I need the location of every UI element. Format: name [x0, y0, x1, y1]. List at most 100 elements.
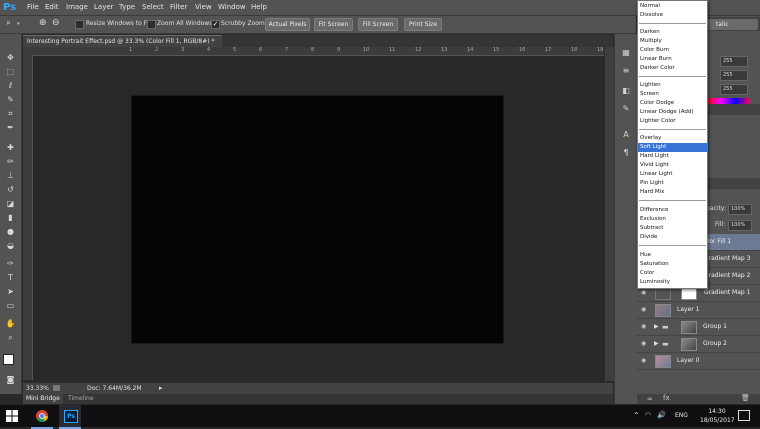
link-layers-icon[interactable]: ∞: [647, 395, 653, 403]
gradient-tool-icon[interactable]: ▮: [4, 212, 17, 223]
menu-type[interactable]: Type: [119, 0, 135, 15]
green-value-field[interactable]: 255: [720, 70, 748, 81]
paragraph-icon[interactable]: ¶: [620, 148, 632, 158]
clone-stamp-tool-icon[interactable]: ⊥: [4, 170, 17, 181]
visibility-eye-icon[interactable]: ◉: [641, 340, 649, 347]
trash-icon[interactable]: 🗑: [741, 394, 750, 402]
vertical-scrollbar[interactable]: [604, 47, 614, 381]
menu-layer[interactable]: Layer: [94, 0, 114, 15]
blend-mode-option[interactable]: Screen: [638, 90, 707, 99]
layer-row[interactable]: ◉ Layer 1: [637, 302, 760, 319]
visibility-eye-icon[interactable]: ◉: [641, 357, 649, 364]
vertical-ruler[interactable]: [23, 55, 33, 380]
blend-mode-option[interactable]: Hue: [638, 251, 707, 260]
blend-mode-option[interactable]: Subtract: [638, 224, 707, 233]
font-style-field[interactable]: talic: [706, 19, 758, 30]
blend-mode-option-selected[interactable]: Soft Light: [638, 143, 707, 152]
blend-mode-option[interactable]: Hard Mix: [638, 188, 707, 197]
ruler-origin[interactable]: [23, 47, 33, 55]
history-icon[interactable]: ▦: [620, 48, 632, 58]
notification-icon[interactable]: [738, 410, 750, 421]
zoom-tool-icon[interactable]: ⌕: [6, 18, 11, 28]
blend-mode-option[interactable]: Linear Light: [638, 170, 707, 179]
blend-mode-option[interactable]: Color: [638, 269, 707, 278]
blend-mode-option[interactable]: Saturation: [638, 260, 707, 269]
chevron-up-icon[interactable]: ⌃: [633, 411, 640, 420]
document-canvas[interactable]: [132, 96, 503, 343]
menu-file[interactable]: File: [27, 0, 39, 15]
scrubby-zoom-checkbox[interactable]: ✓: [211, 20, 220, 29]
blend-mode-option[interactable]: Luminosity: [638, 278, 707, 287]
blend-mode-dropdown[interactable]: Normal Dissolve Darken Multiply Color Bu…: [637, 0, 708, 289]
print-size-button[interactable]: Print Size: [404, 18, 442, 31]
blend-mode-option[interactable]: Color Burn: [638, 46, 707, 55]
input-language[interactable]: ENG: [675, 411, 688, 421]
expand-arrow-icon[interactable]: ▶: [654, 323, 659, 330]
menu-help[interactable]: Help: [251, 0, 267, 15]
zoom-tool-icon[interactable]: ⌕: [4, 332, 17, 343]
shape-tool-icon[interactable]: ▭: [4, 300, 17, 311]
chrome-taskbar-button[interactable]: [31, 405, 53, 429]
wifi-icon[interactable]: ◠: [645, 411, 651, 419]
move-tool-icon[interactable]: ✥: [4, 52, 17, 63]
brush-tool-icon[interactable]: ✏: [4, 156, 17, 167]
properties-icon[interactable]: ≡: [620, 66, 632, 76]
eyedropper-tool-icon[interactable]: ✒: [4, 122, 17, 133]
menu-image[interactable]: Image: [66, 0, 88, 15]
fill-screen-button[interactable]: Fill Screen: [358, 18, 398, 31]
blend-mode-option[interactable]: Pin Light: [638, 179, 707, 188]
blend-mode-option[interactable]: Vivid Light: [638, 161, 707, 170]
marquee-tool-icon[interactable]: ⬚: [4, 66, 17, 77]
blend-mode-option[interactable]: Lighter Color: [638, 117, 707, 126]
adjustments-icon[interactable]: ◧: [620, 86, 632, 96]
actual-pixels-button[interactable]: Actual Pixels: [265, 18, 310, 31]
zoom-out-icon[interactable]: ⊖: [52, 18, 60, 28]
crop-tool-icon[interactable]: ⌗: [4, 108, 17, 119]
blend-mode-option[interactable]: Normal: [638, 2, 707, 11]
blend-mode-option[interactable]: Multiply: [638, 37, 707, 46]
photoshop-taskbar-button[interactable]: Ps: [59, 405, 81, 429]
export-icon[interactable]: [53, 385, 60, 391]
zoom-in-icon[interactable]: ⊕: [39, 18, 47, 28]
blend-mode-option[interactable]: Linear Dodge (Add): [638, 108, 707, 117]
blend-mode-option[interactable]: Darken: [638, 28, 707, 37]
red-value-field[interactable]: 255: [720, 56, 748, 67]
brush-presets-icon[interactable]: ✎: [620, 104, 632, 114]
pen-tool-icon[interactable]: ✑: [4, 258, 17, 269]
layer-row[interactable]: ◉ ▶ ▬ Group 1: [637, 319, 760, 336]
zoom-level[interactable]: 33.33%: [26, 383, 49, 394]
windows-start-icon[interactable]: [6, 410, 18, 422]
eraser-tool-icon[interactable]: ◪: [4, 198, 17, 209]
status-menu-arrow-icon[interactable]: ▸: [159, 384, 163, 392]
menu-window[interactable]: Window: [218, 0, 246, 15]
system-clock[interactable]: 14:30 18/05/2017: [700, 407, 735, 425]
blend-mode-option[interactable]: Hard Light: [638, 152, 707, 161]
visibility-eye-icon[interactable]: ◉: [641, 306, 649, 313]
foreground-color-swatch[interactable]: [3, 354, 14, 365]
fx-icon[interactable]: fx: [663, 394, 670, 402]
blend-mode-option[interactable]: Divide: [638, 233, 707, 242]
history-brush-tool-icon[interactable]: ↺: [4, 184, 17, 195]
blend-mode-option[interactable]: Difference: [638, 206, 707, 215]
healing-brush-tool-icon[interactable]: ✚: [4, 142, 17, 153]
menu-select[interactable]: Select: [142, 0, 164, 15]
blue-value-field[interactable]: 255: [720, 84, 748, 95]
type-tool-icon[interactable]: T: [4, 272, 17, 283]
tab-mini-bridge[interactable]: Mini Bridge: [23, 394, 63, 404]
menu-filter[interactable]: Filter: [170, 0, 187, 15]
blend-mode-option[interactable]: Exclusion: [638, 215, 707, 224]
path-selection-tool-icon[interactable]: ➤: [4, 286, 17, 297]
horizontal-ruler[interactable]: 123456789101112131415161718192021: [33, 47, 655, 56]
quick-mask-icon[interactable]: ◙: [4, 374, 17, 385]
lasso-tool-icon[interactable]: ℓ: [4, 80, 17, 91]
zoom-all-windows-checkbox[interactable]: [147, 20, 156, 29]
chevron-down-icon[interactable]: ▾: [17, 21, 20, 27]
hand-tool-icon[interactable]: ✋: [4, 318, 17, 329]
blend-mode-option[interactable]: Lighten: [638, 81, 707, 90]
fill-field[interactable]: 100%: [728, 220, 752, 231]
blend-mode-option[interactable]: Overlay: [638, 134, 707, 143]
dodge-tool-icon[interactable]: ◒: [4, 240, 17, 251]
blend-mode-option[interactable]: Color Dodge: [638, 99, 707, 108]
quick-select-tool-icon[interactable]: ✎: [4, 94, 17, 105]
fit-screen-button[interactable]: Fit Screen: [314, 18, 353, 31]
